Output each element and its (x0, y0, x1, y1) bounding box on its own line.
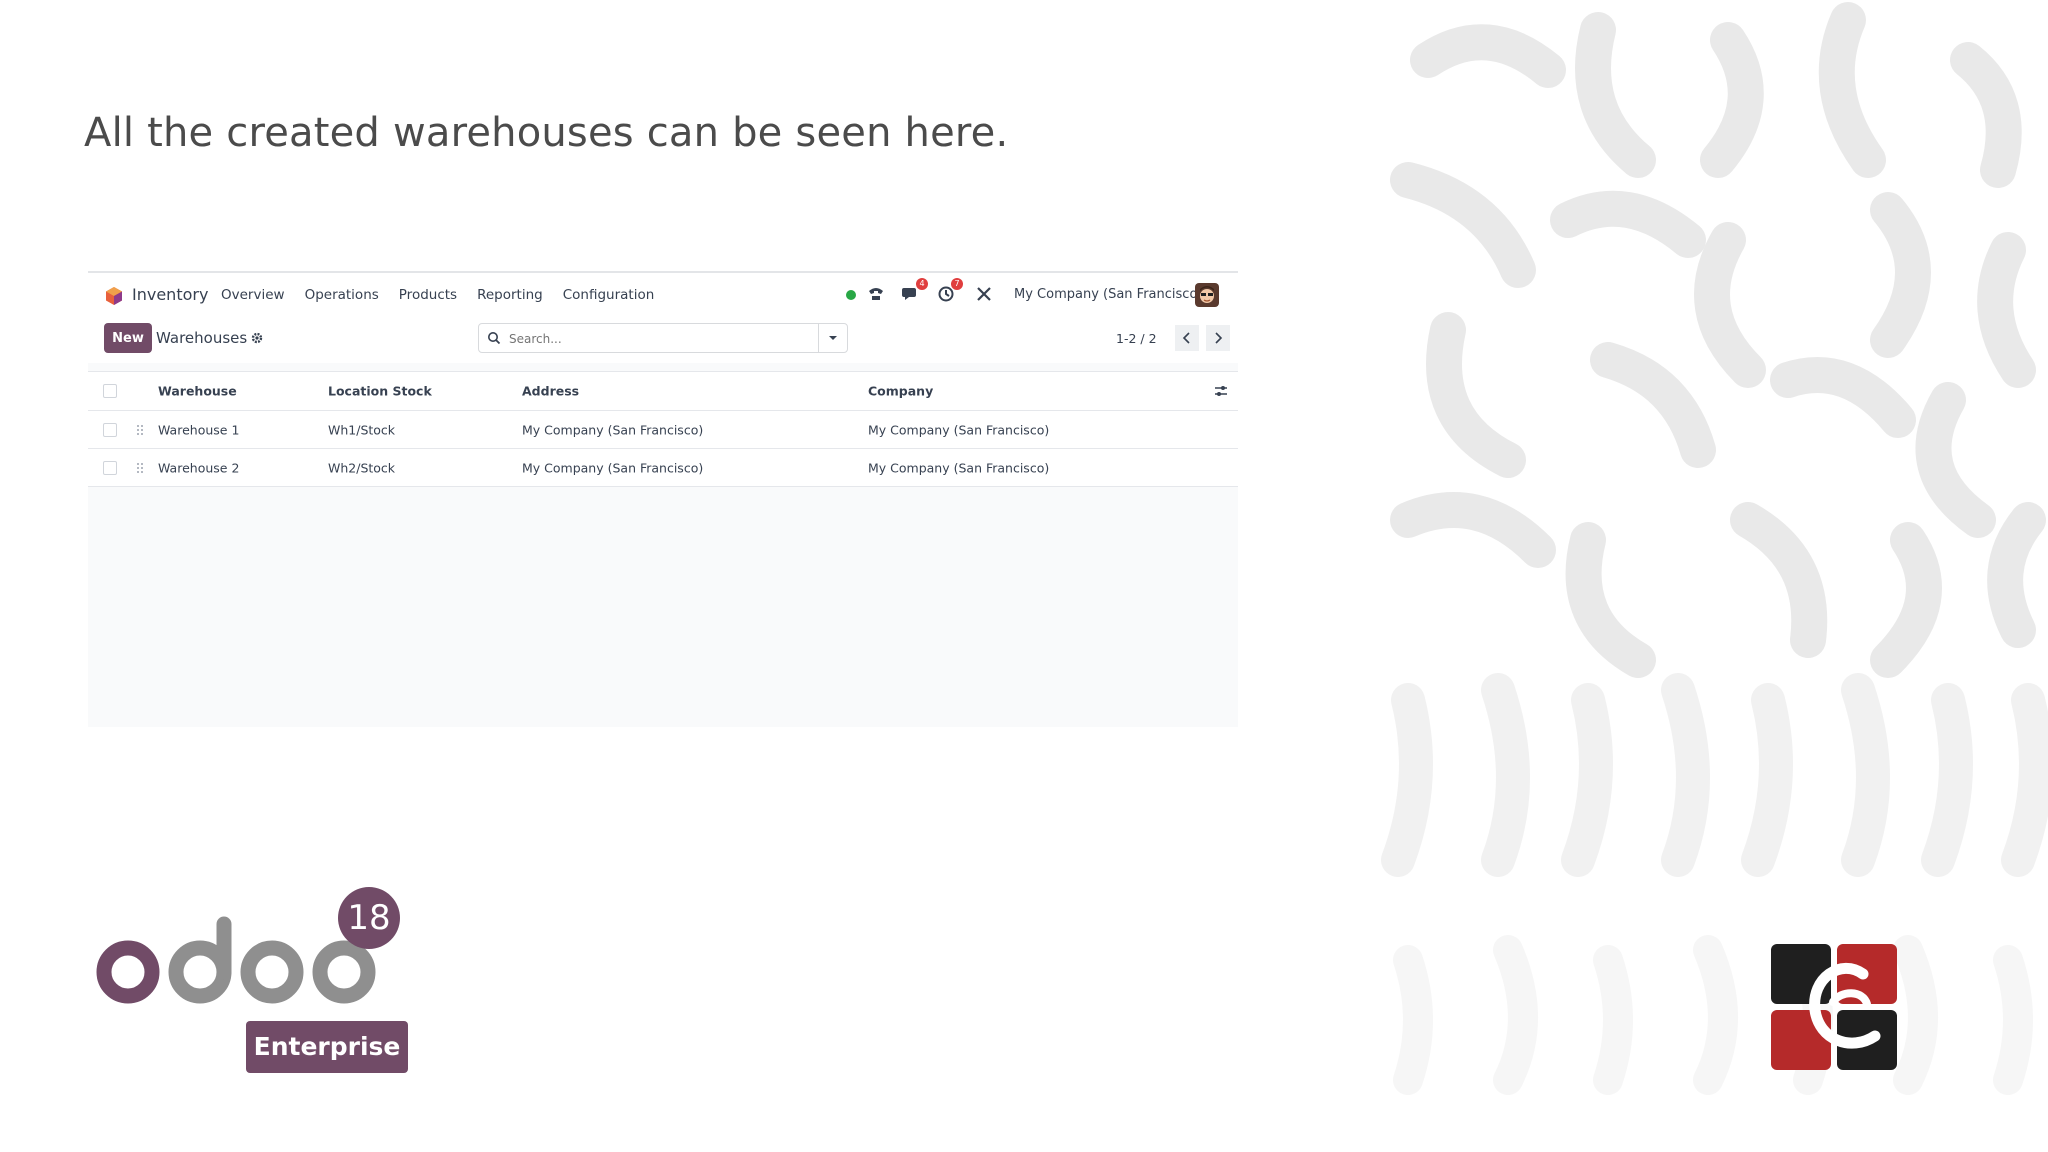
menu-item-products[interactable]: Products (399, 287, 457, 303)
cell-address: My Company (San Francisco) (522, 460, 704, 475)
messages-badge: 4 (916, 278, 928, 290)
inventory-app-icon[interactable] (104, 286, 124, 306)
table-row[interactable]: Warehouse 2 Wh2/Stock My Company (San Fr… (88, 449, 1238, 487)
cell-company: My Company (San Francisco) (868, 422, 1050, 437)
app-name[interactable]: Inventory (132, 285, 208, 304)
select-all-checkbox[interactable] (103, 384, 117, 398)
slide-caption: All the created warehouses can be seen h… (84, 110, 1009, 156)
column-header-location-stock[interactable]: Location Stock (328, 384, 432, 399)
gear-icon[interactable] (251, 332, 263, 344)
drag-handle-icon[interactable] (136, 462, 144, 474)
search-icon (488, 332, 501, 345)
table-row[interactable]: Warehouse 1 Wh1/Stock My Company (San Fr… (88, 411, 1238, 449)
pager-next-button[interactable] (1206, 325, 1230, 351)
activities-badge: 7 (951, 278, 963, 290)
column-header-address[interactable]: Address (522, 384, 579, 399)
breadcrumb: Warehouses (156, 329, 263, 347)
control-panel: New Warehouses 1-2 / 2 (88, 317, 1238, 363)
company-switcher[interactable]: My Company (San Francisco) (1014, 287, 1202, 302)
pager-value[interactable]: 1-2 / 2 (1116, 331, 1157, 346)
chevron-right-icon (1215, 332, 1223, 344)
column-header-warehouse[interactable]: Warehouse (158, 384, 237, 399)
table-header-row: Warehouse Location Stock Address Company (88, 371, 1238, 411)
cell-location-stock: Wh2/Stock (328, 460, 396, 475)
optional-columns-icon[interactable] (1214, 384, 1228, 398)
warehouses-table: Warehouse Location Stock Address Company… (88, 371, 1238, 487)
odoo-app-window: Inventory Overview Operations Products R… (88, 271, 1238, 727)
search-options-toggle[interactable] (818, 324, 847, 352)
main-menu: Overview Operations Products Reporting C… (221, 287, 654, 303)
column-header-company[interactable]: Company (868, 384, 933, 399)
new-button[interactable]: New (104, 323, 152, 353)
search-bar (478, 323, 848, 353)
debug-tools-icon[interactable] (974, 284, 994, 304)
version-badge: 18 (338, 887, 400, 949)
cell-company: My Company (San Francisco) (868, 460, 1050, 475)
messages-icon[interactable]: 4 (901, 278, 928, 304)
edition-badge: Enterprise (246, 1021, 408, 1073)
cell-address: My Company (San Francisco) (522, 422, 704, 437)
menu-item-overview[interactable]: Overview (221, 287, 285, 303)
phone-icon[interactable] (866, 284, 886, 304)
partner-logo (1771, 944, 1897, 1070)
row-checkbox[interactable] (103, 422, 117, 437)
pager-previous-button[interactable] (1175, 325, 1199, 351)
cell-warehouse: Warehouse 2 (158, 460, 240, 475)
page-title[interactable]: Warehouses (156, 329, 247, 347)
top-navbar: Inventory Overview Operations Products R… (88, 273, 1238, 317)
menu-item-operations[interactable]: Operations (305, 287, 379, 303)
caret-down-icon (829, 336, 837, 340)
status-dot-icon[interactable] (846, 290, 856, 300)
row-checkbox[interactable] (103, 460, 117, 475)
drag-handle-icon[interactable] (136, 424, 144, 436)
decorative-pattern (1381, 2, 2048, 1095)
chevron-left-icon (1182, 332, 1190, 344)
menu-item-configuration[interactable]: Configuration (563, 287, 655, 303)
user-avatar[interactable] (1195, 283, 1219, 307)
cell-location-stock: Wh1/Stock (328, 422, 396, 437)
search-input[interactable] (507, 329, 801, 349)
cell-warehouse: Warehouse 1 (158, 422, 240, 437)
menu-item-reporting[interactable]: Reporting (477, 287, 543, 303)
activities-clock-icon[interactable]: 7 (936, 278, 963, 304)
